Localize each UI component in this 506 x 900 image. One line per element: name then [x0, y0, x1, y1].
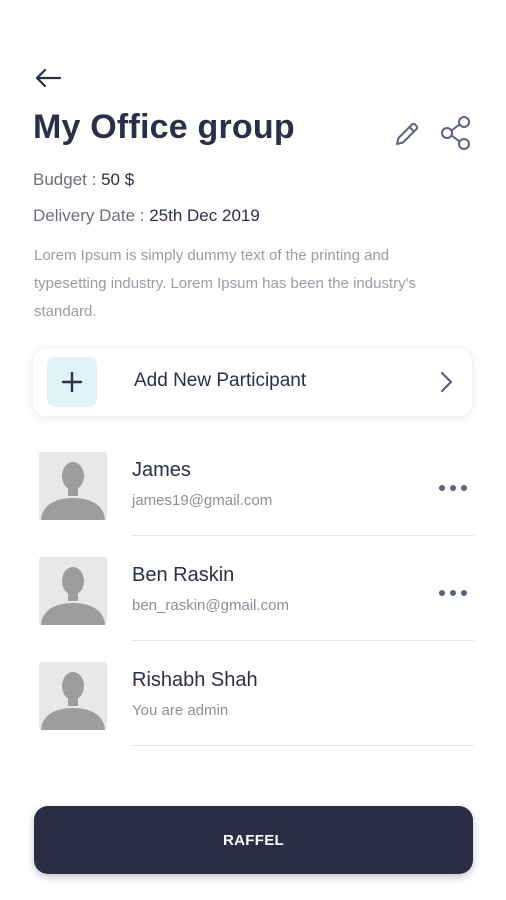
divider	[132, 745, 474, 746]
arrow-left-icon	[35, 68, 62, 88]
more-horizontal-icon	[439, 590, 467, 596]
participant-row[interactable]: Rishabh Shah You are admin	[0, 650, 506, 756]
delivery-value: 25th Dec 2019	[149, 206, 260, 225]
back-button[interactable]	[30, 62, 66, 94]
page-title: My Office group	[33, 108, 295, 146]
budget-value: 50 $	[101, 170, 135, 189]
avatar	[39, 452, 107, 520]
budget-line: Budget : 50 $	[33, 170, 134, 190]
add-participant-label: Add New Participant	[134, 370, 307, 391]
participant-row[interactable]: James james19@gmail.com	[0, 440, 506, 546]
participant-role: You are admin	[132, 702, 229, 719]
participant-email: ben_raskin@gmail.com	[132, 597, 289, 614]
user-placeholder-icon	[39, 557, 107, 625]
user-placeholder-icon	[39, 662, 107, 730]
avatar	[39, 662, 107, 730]
share-button[interactable]	[436, 113, 476, 153]
participant-email: james19@gmail.com	[132, 492, 273, 509]
delivery-label: Delivery Date :	[33, 206, 145, 225]
chevron-right-icon	[440, 371, 453, 393]
more-options-button[interactable]	[436, 480, 470, 496]
more-options-button[interactable]	[436, 585, 470, 601]
budget-label: Budget :	[33, 170, 97, 189]
user-placeholder-icon	[39, 452, 107, 520]
pencil-icon	[396, 122, 419, 145]
plus-icon	[61, 371, 83, 393]
avatar	[39, 557, 107, 625]
participant-name: James	[132, 459, 191, 481]
share-icon	[441, 116, 470, 150]
edit-button[interactable]	[388, 115, 426, 153]
add-participant-button[interactable]: Add New Participant	[32, 347, 473, 417]
participant-name: Rishabh Shah	[132, 669, 258, 691]
plus-icon-box	[47, 357, 97, 407]
raffel-button[interactable]: RAFFEL	[34, 806, 473, 874]
participant-row[interactable]: Ben Raskin ben_raskin@gmail.com	[0, 545, 506, 651]
group-description: Lorem Ipsum is simply dummy text of the …	[34, 247, 416, 320]
divider	[132, 640, 474, 641]
divider	[132, 535, 474, 536]
more-horizontal-icon	[439, 485, 467, 491]
participant-name: Ben Raskin	[132, 564, 235, 586]
delivery-date-line: Delivery Date : 25th Dec 2019	[33, 206, 260, 226]
group-detail-screen: My Office group Budget : 50 $ Delivery D…	[0, 0, 506, 900]
